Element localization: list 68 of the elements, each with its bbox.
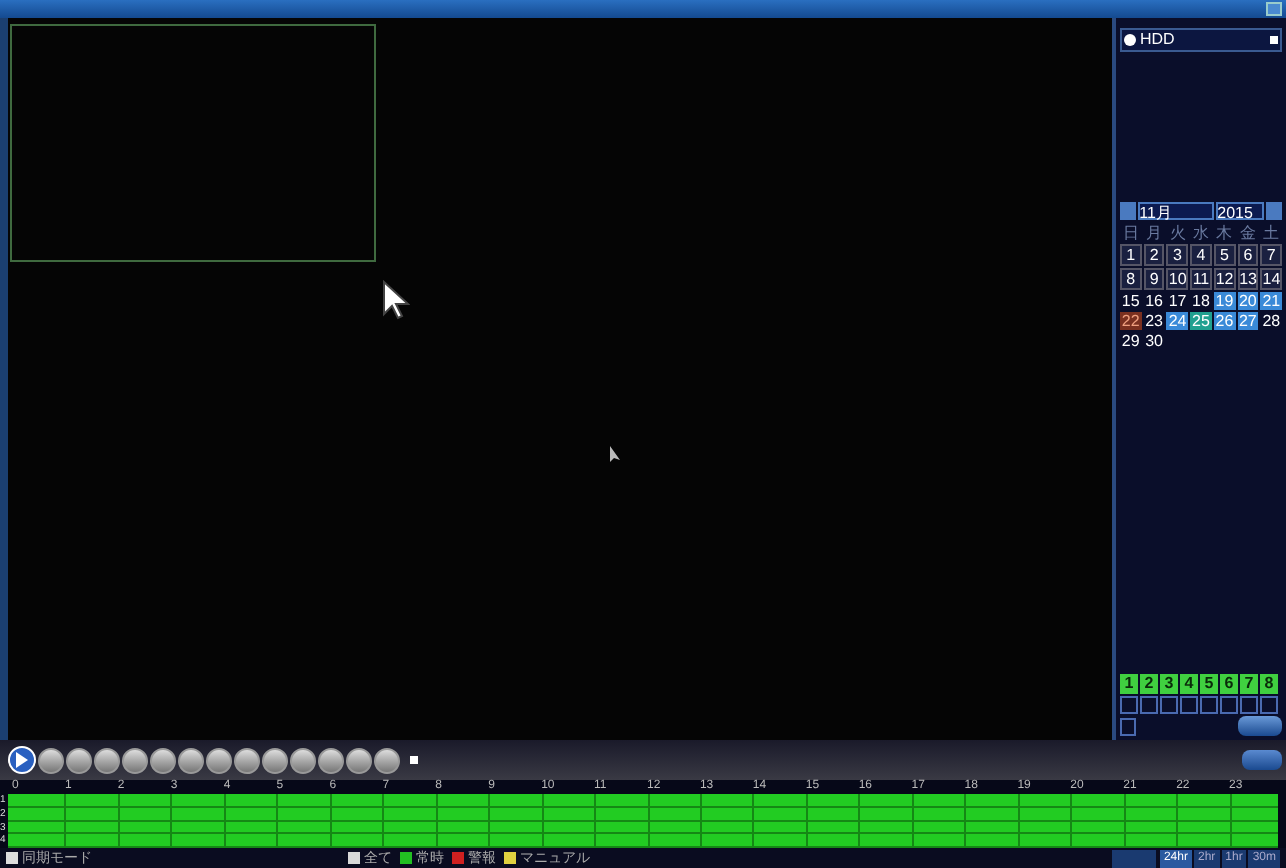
calendar-day[interactable]: 13 — [1237, 268, 1259, 290]
channel-button[interactable]: 4 — [1180, 674, 1198, 694]
calendar-day[interactable]: 3 — [1166, 244, 1189, 266]
calendar-day[interactable]: 8 — [1120, 268, 1142, 290]
calendar-day[interactable]: 26 — [1213, 312, 1236, 330]
calendar-day[interactable]: 18 — [1190, 292, 1212, 310]
weekday-label: 木 — [1214, 224, 1235, 242]
month-select[interactable]: 11月 — [1137, 202, 1214, 220]
cursor-icon — [610, 446, 622, 464]
playback-button[interactable] — [66, 747, 92, 773]
channel-button[interactable]: 6 — [1220, 674, 1238, 694]
weekday-label: 土 — [1261, 224, 1282, 242]
year-select[interactable]: 2015 — [1215, 202, 1265, 220]
calendar-day[interactable]: 7 — [1260, 244, 1282, 266]
weekday-label: 水 — [1190, 224, 1211, 242]
calendar-day[interactable]: 5 — [1213, 244, 1236, 266]
playback-button[interactable] — [290, 747, 316, 773]
channel-button[interactable]: 5 — [1200, 674, 1218, 694]
cursor-icon — [382, 280, 410, 320]
camera-tile[interactable] — [10, 24, 376, 262]
playback-button[interactable] — [94, 747, 120, 773]
calendar-day[interactable]: 29 — [1120, 332, 1142, 350]
calendar-day[interactable]: 11 — [1190, 268, 1212, 290]
weekday-label: 金 — [1237, 224, 1258, 242]
calendar-day[interactable]: 15 — [1120, 292, 1142, 310]
calendar-day[interactable]: 17 — [1166, 292, 1189, 310]
calendar-day[interactable]: 10 — [1166, 268, 1189, 290]
calendar-day[interactable]: 20 — [1237, 292, 1259, 310]
stop-icon — [410, 756, 418, 764]
radio-icon[interactable] — [1124, 34, 1136, 46]
storage-value: HDD — [1140, 32, 1177, 48]
playback-button[interactable] — [262, 747, 288, 773]
calendar-day[interactable]: 19 — [1213, 292, 1236, 310]
play-button[interactable] — [8, 746, 36, 774]
playback-button[interactable] — [374, 747, 400, 773]
calendar-day[interactable]: 9 — [1143, 268, 1165, 290]
playback-button[interactable] — [178, 747, 204, 773]
weekday-label: 日 — [1120, 224, 1141, 242]
weekday-label: 火 — [1167, 224, 1188, 242]
channel-button[interactable]: 3 — [1160, 674, 1178, 694]
calendar-day[interactable]: 23 — [1143, 312, 1165, 330]
calendar-day[interactable]: 2 — [1143, 244, 1165, 266]
channel-button[interactable]: 1 — [1120, 674, 1138, 694]
playback-button[interactable] — [234, 747, 260, 773]
channel-button[interactable]: 8 — [1260, 674, 1278, 694]
weekday-label: 月 — [1144, 224, 1165, 242]
playback-button[interactable] — [150, 747, 176, 773]
calendar-day[interactable]: 24 — [1166, 312, 1189, 330]
calendar-day[interactable]: 6 — [1237, 244, 1259, 266]
calendar-day[interactable]: 12 — [1213, 268, 1236, 290]
playback-button[interactable] — [122, 747, 148, 773]
playback-button[interactable] — [318, 747, 344, 773]
calendar-day[interactable]: 4 — [1190, 244, 1212, 266]
calendar-day[interactable]: 27 — [1237, 312, 1259, 330]
calendar-day[interactable]: 22 — [1120, 312, 1142, 330]
playback-button[interactable] — [206, 747, 232, 773]
calendar-day[interactable]: 30 — [1143, 332, 1165, 350]
calendar-day[interactable]: 1 — [1120, 244, 1142, 266]
mode-checkbox[interactable] — [6, 852, 18, 864]
channel-button[interactable]: 2 — [1140, 674, 1158, 694]
calendar-day[interactable]: 21 — [1260, 292, 1282, 310]
calendar-day[interactable]: 14 — [1260, 268, 1282, 290]
calendar-day[interactable]: 16 — [1143, 292, 1165, 310]
playback-button[interactable] — [38, 747, 64, 773]
channel-button[interactable]: 7 — [1240, 674, 1258, 694]
playback-button[interactable] — [346, 747, 372, 773]
calendar-day[interactable]: 28 — [1260, 312, 1282, 330]
storage-dropdown[interactable]: HDD — [1120, 28, 1282, 52]
